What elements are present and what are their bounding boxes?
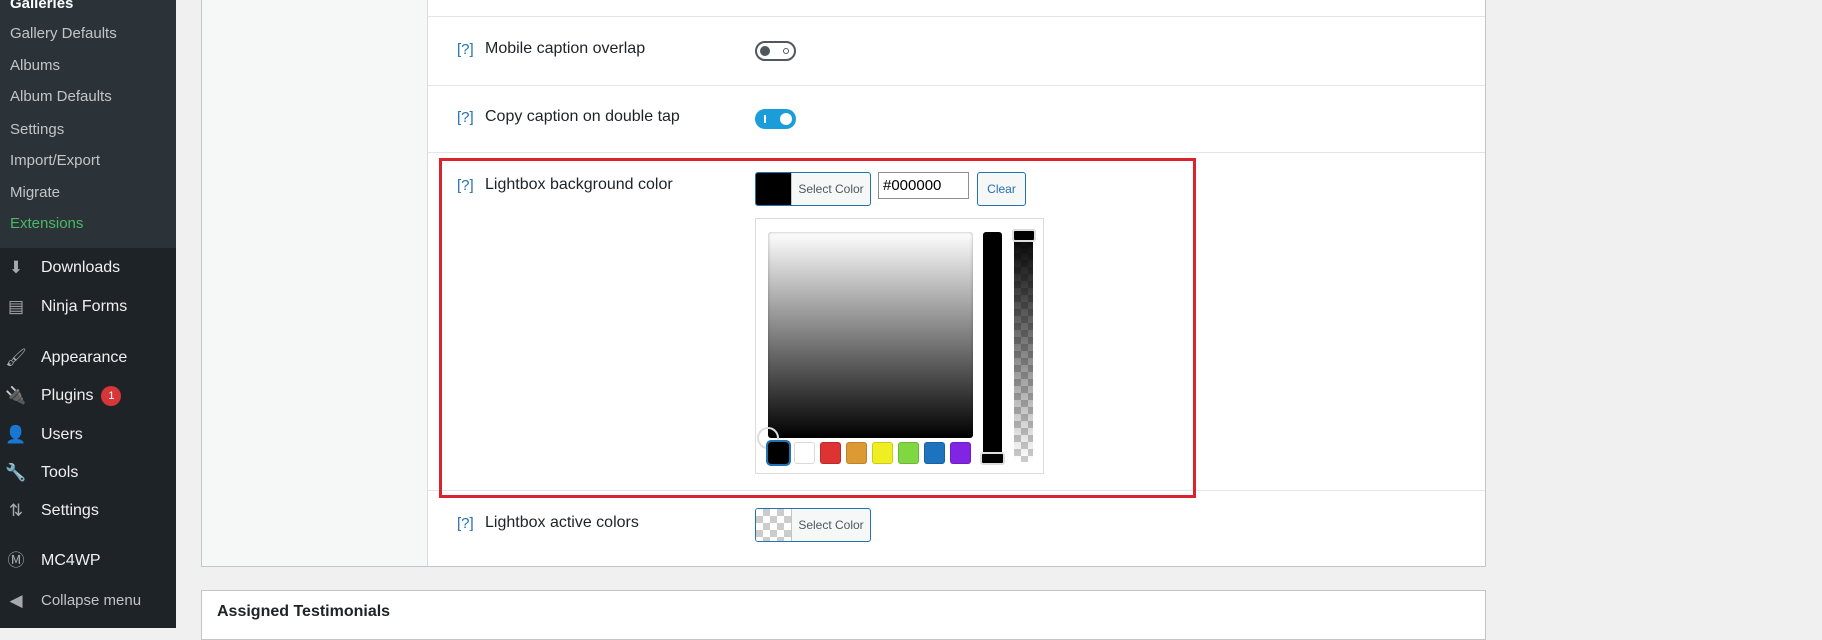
submenu-extensions[interactable]: Extensions [10,214,83,234]
copy-caption-label: Copy caption on double tap [485,108,680,125]
menu-label: Users [41,426,83,443]
update-count-badge: 1 [101,386,122,406]
paintbrush-icon: 🖌 [5,348,27,367]
collapse-menu-button[interactable]: ◀ Collapse menu [5,590,141,612]
menu-label: Tools [41,464,79,481]
menu-label: Downloads [41,259,121,276]
divider [428,152,1485,153]
admin-sidebar: Galleries Gallery Defaults Albums Album … [0,0,176,628]
menu-ninja-forms[interactable]: ▤ Ninja Forms [5,296,127,318]
mc4wp-icon: Ⓜ [7,551,25,570]
plugin-icon: 🔌 [5,386,27,405]
mobile-caption-overlap-toggle[interactable] [755,41,796,61]
menu-label: Ninja Forms [41,298,128,315]
testimonials-panel: Assigned Testimonials [201,590,1486,640]
menu-mc4wp[interactable]: Ⓜ MC4WP [5,550,101,572]
help-link[interactable]: [?] [457,109,474,126]
download-icon: ⬇ [8,258,24,277]
menu-label: Plugins [41,387,94,404]
galleries-submenu: Galleries Gallery Defaults Albums Album … [0,0,176,248]
lightbox-active-colors-label: Lightbox active colors [485,514,639,531]
menu-label: Settings [41,502,99,519]
menu-label: Collapse menu [41,592,142,609]
submenu-albums[interactable]: Albums [10,56,60,76]
divider [428,16,1485,17]
wrench-icon: 🔧 [5,463,27,482]
menu-users[interactable]: 👤 Users [5,424,83,446]
testimonials-title: Assigned Testimonials [217,603,391,620]
menu-plugins[interactable]: 🔌 Plugins 1 [5,385,122,407]
divider [428,85,1485,86]
menu-appearance[interactable]: 🖌 Appearance [5,347,127,369]
settings-tabs-column [202,0,428,566]
menu-tools[interactable]: 🔧 Tools [5,462,78,484]
select-color-label: Select Color [791,509,870,541]
menu-label: MC4WP [41,552,101,569]
menu-settings[interactable]: ⇅ Settings [5,500,99,522]
submenu-gallery-defaults[interactable]: Gallery Defaults [10,24,117,44]
settings-icon: ⇅ [8,501,24,520]
collapse-icon: ◀ [9,591,23,610]
highlight-box [439,158,1196,498]
submenu-import-export[interactable]: Import/Export [10,151,100,171]
help-link[interactable]: [?] [457,515,474,532]
help-link[interactable]: [?] [457,41,474,58]
lightbox-active-select-color-button[interactable]: Select Color [755,508,871,542]
submenu-settings[interactable]: Settings [10,120,64,140]
submenu-galleries[interactable]: Galleries [10,0,73,14]
menu-downloads[interactable]: ⬇ Downloads [5,257,120,279]
color-swatch [756,509,791,541]
user-icon: 👤 [5,425,27,444]
forms-icon: ▤ [7,297,25,316]
submenu-album-defaults[interactable]: Album Defaults [10,87,112,107]
mobile-caption-overlap-label: Mobile caption overlap [485,40,646,57]
menu-label: Appearance [41,349,128,366]
submenu-migrate[interactable]: Migrate [10,183,60,203]
copy-caption-toggle[interactable] [755,109,796,129]
